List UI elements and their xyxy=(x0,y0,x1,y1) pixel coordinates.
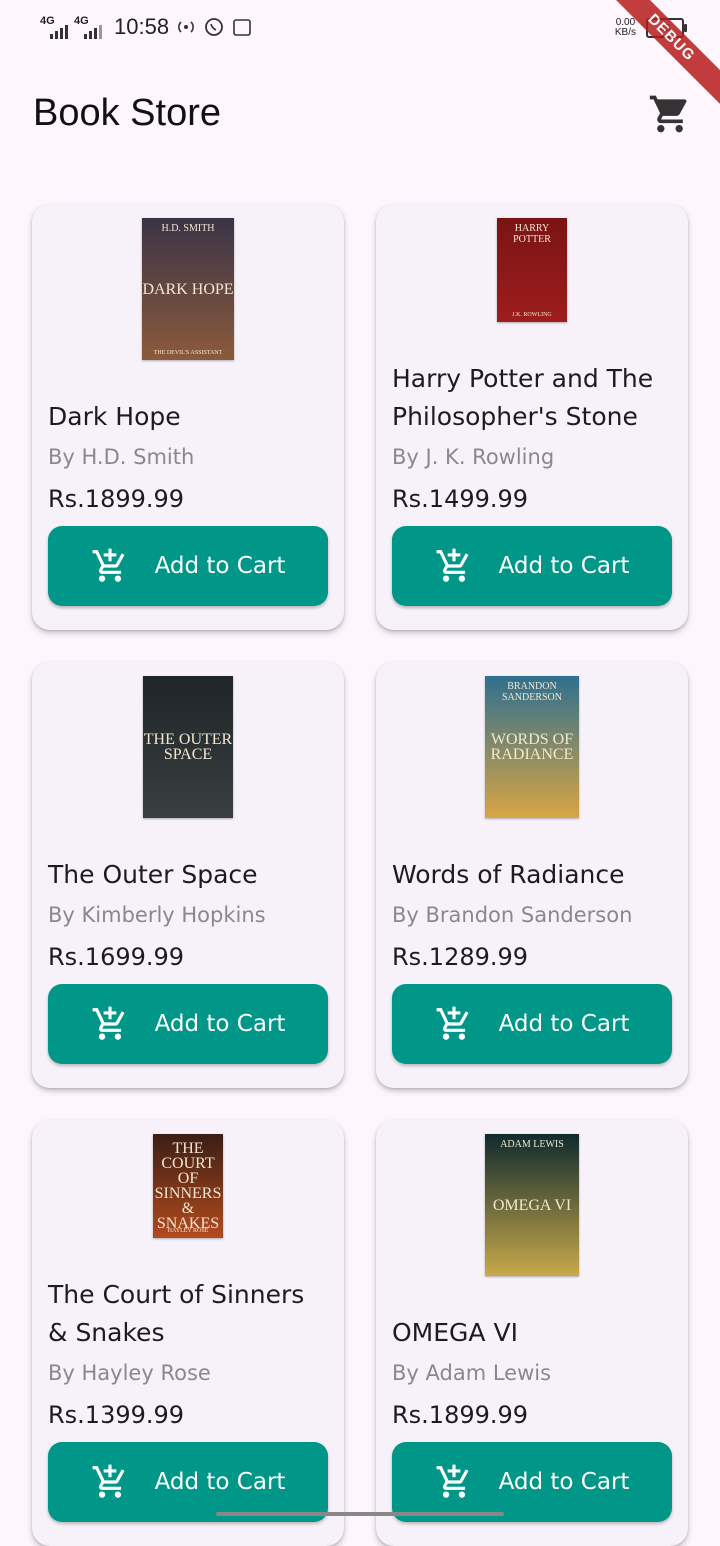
book-author: By H.D. Smith xyxy=(48,445,195,469)
book-price: Rs.1499.99 xyxy=(392,485,529,513)
cover-title-text: WORDS OF RADIANCE xyxy=(490,731,574,763)
whatsapp-icon xyxy=(203,16,225,38)
cover-title-text: THE OUTER SPACE xyxy=(143,731,233,763)
signal-strength-sim2-icon: 4G xyxy=(74,15,102,39)
add-to-cart-label: Add to Cart xyxy=(154,1011,286,1037)
add-to-cart-label: Add to Cart xyxy=(498,1011,630,1037)
book-title: Harry Potter and The Philosopher's Stone xyxy=(392,364,654,431)
book-card[interactable]: H.D. SMITH DARK HOPE THE DEVIL'S ASSISTA… xyxy=(32,204,344,630)
network-speed: 0.00 KB/s xyxy=(615,18,636,38)
add-to-cart-button[interactable]: Add to Cart xyxy=(48,526,328,606)
book-info: Harry Potter and The Philosopher's Stone… xyxy=(392,360,672,514)
add-shopping-cart-icon xyxy=(92,548,125,582)
add-shopping-cart-icon xyxy=(436,1464,469,1498)
book-card[interactable]: HARRY POTTER J.K. ROWLING Harry Potter a… xyxy=(376,204,688,630)
book-cover-image: BRANDON SANDERSON WORDS OF RADIANCE xyxy=(485,676,579,818)
add-shopping-cart-icon xyxy=(92,1464,125,1498)
add-to-cart-button[interactable]: Add to Cart xyxy=(48,984,328,1064)
cover-top-text: H.D. SMITH xyxy=(161,223,215,234)
cover-top-text: ADAM LEWIS xyxy=(500,1139,564,1150)
book-title: Dark Hope xyxy=(48,402,181,431)
status-left: 4G 4G 10:58 xyxy=(40,14,253,40)
book-cover-image: H.D. SMITH DARK HOPE THE DEVIL'S ASSISTA… xyxy=(142,218,234,360)
book-price: Rs.1899.99 xyxy=(392,1401,529,1429)
book-title: OMEGA VI xyxy=(392,1318,518,1347)
book-info: The Outer Space By Kimberly Hopkins Rs.1… xyxy=(48,856,328,972)
book-info: Dark Hope By H.D. Smith Rs.1899.99 xyxy=(48,398,328,514)
book-card[interactable]: BRANDON SANDERSON WORDS OF RADIANCE Word… xyxy=(376,662,688,1088)
network-type-label: 4G xyxy=(40,15,55,27)
book-card[interactable]: THE COURT OF SINNERS & SNAKES HAYLEY ROS… xyxy=(32,1120,344,1546)
book-card[interactable]: ADAM LEWIS OMEGA VI OMEGA VI By Adam Lew… xyxy=(376,1120,688,1546)
book-title: Words of Radiance xyxy=(392,860,625,889)
book-author: By J. K. Rowling xyxy=(392,445,555,469)
network-type-label: 4G xyxy=(74,15,89,27)
network-speed-unit: KB/s xyxy=(614,27,636,38)
status-bar: 4G 4G 10:58 0.00 KB/s 45 DEBUG xyxy=(0,0,720,114)
book-cover-image: ADAM LEWIS OMEGA VI xyxy=(485,1134,579,1276)
book-info: The Court of Sinners & Snakes By Hayley … xyxy=(48,1276,328,1430)
book-info: OMEGA VI By Adam Lewis Rs.1899.99 xyxy=(392,1314,672,1430)
book-price: Rs.1699.99 xyxy=(48,943,185,971)
cover-title-text: OMEGA VI xyxy=(492,1196,572,1214)
add-to-cart-label: Add to Cart xyxy=(498,1469,630,1495)
cover-title-text: DARK HOPE xyxy=(142,280,234,298)
book-title: The Outer Space xyxy=(48,860,258,889)
book-cover-image: HARRY POTTER J.K. ROWLING xyxy=(497,218,567,322)
app-bar: Book Store xyxy=(0,60,720,172)
page-title: Book Store xyxy=(33,92,221,134)
cart-button[interactable] xyxy=(648,92,692,136)
book-cover-image: THE OUTER SPACE xyxy=(143,676,233,818)
cover-top-text: HARRY POTTER xyxy=(513,223,551,245)
add-to-cart-label: Add to Cart xyxy=(154,553,286,579)
book-author: By Adam Lewis xyxy=(392,1361,552,1385)
add-shopping-cart-icon xyxy=(92,1006,125,1040)
add-to-cart-button[interactable]: Add to Cart xyxy=(392,526,672,606)
add-shopping-cart-icon xyxy=(436,1006,469,1040)
book-cover-container: ADAM LEWIS OMEGA VI xyxy=(376,1120,688,1294)
status-time: 10:58 xyxy=(114,14,170,39)
book-author: By Hayley Rose xyxy=(48,1361,211,1385)
book-cover-container: H.D. SMITH DARK HOPE THE DEVIL'S ASSISTA… xyxy=(32,204,344,378)
add-to-cart-button[interactable]: Add to Cart xyxy=(392,1442,672,1522)
book-info: Words of Radiance By Brandon Sanderson R… xyxy=(392,856,672,972)
book-cover-container: HARRY POTTER J.K. ROWLING xyxy=(376,204,688,378)
cover-bottom-text: THE DEVIL'S ASSISTANT xyxy=(153,350,223,356)
book-grid: H.D. SMITH DARK HOPE THE DEVIL'S ASSISTA… xyxy=(32,204,688,1546)
book-price: Rs.1399.99 xyxy=(48,1401,185,1429)
book-cover-image: THE COURT OF SINNERS & SNAKES HAYLEY ROS… xyxy=(153,1134,223,1238)
book-cover-container: THE COURT OF SINNERS & SNAKES HAYLEY ROS… xyxy=(32,1120,344,1294)
cover-bottom-text: HAYLEY ROSE xyxy=(167,1228,209,1234)
hotspot-icon xyxy=(175,16,197,38)
gesture-nav-handle[interactable] xyxy=(216,1512,504,1516)
shopping-cart-icon xyxy=(649,95,687,133)
cover-top-text: BRANDON SANDERSON xyxy=(501,681,562,703)
cover-title-text: THE COURT OF SINNERS & SNAKES xyxy=(154,1140,222,1232)
book-title: The Court of Sinners & Snakes xyxy=(48,1280,305,1347)
add-to-cart-button[interactable]: Add to Cart xyxy=(48,1442,328,1522)
cover-bottom-text: J.K. ROWLING xyxy=(512,312,552,318)
book-cover-container: BRANDON SANDERSON WORDS OF RADIANCE xyxy=(376,662,688,836)
calendar-icon xyxy=(231,16,253,38)
add-shopping-cart-icon xyxy=(436,548,469,582)
book-price: Rs.1899.99 xyxy=(48,485,185,513)
book-author: By Brandon Sanderson xyxy=(392,903,633,927)
signal-strength-sim1-icon: 4G xyxy=(40,15,68,39)
add-to-cart-label: Add to Cart xyxy=(498,553,630,579)
add-to-cart-button[interactable]: Add to Cart xyxy=(392,984,672,1064)
add-to-cart-label: Add to Cart xyxy=(154,1469,286,1495)
book-author: By Kimberly Hopkins xyxy=(48,903,266,927)
book-price: Rs.1289.99 xyxy=(392,943,529,971)
book-cover-container: THE OUTER SPACE xyxy=(32,662,344,836)
book-card[interactable]: THE OUTER SPACE The Outer Space By Kimbe… xyxy=(32,662,344,1088)
